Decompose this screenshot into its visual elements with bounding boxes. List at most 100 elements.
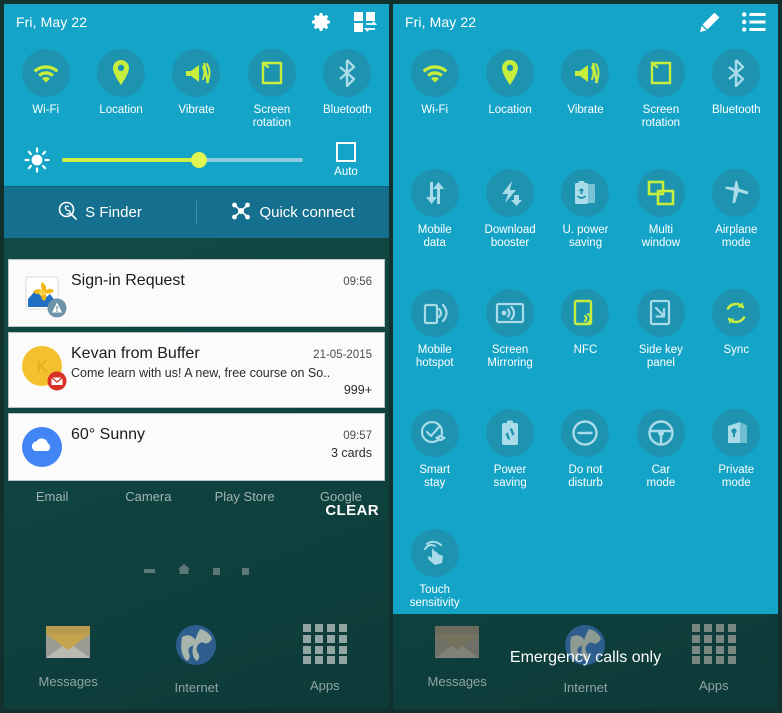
finder-bar: S Finder Quick connect	[4, 186, 389, 238]
apps-grid-icon	[302, 623, 348, 670]
quick-connect-button[interactable]: Quick connect	[197, 187, 389, 238]
toggle-multi-window[interactable]: Multi window	[623, 164, 698, 280]
left-status-bar: Fri, May 22	[4, 4, 389, 40]
list-view-icon[interactable]	[742, 12, 766, 32]
quick-connect-label: Quick connect	[259, 204, 355, 221]
toggle-mobile-hotspot[interactable]: Mobile hotspot	[397, 284, 472, 400]
toggle-bluetooth[interactable]: Bluetooth	[310, 44, 385, 132]
toggle-location[interactable]: Location	[472, 44, 547, 160]
messages-envelope-icon	[45, 623, 91, 666]
toggle-car-mode[interactable]: Car mode	[623, 404, 698, 520]
brightness-slider[interactable]	[62, 149, 303, 171]
right-toggle-grid-row-4: Smart stay Power saving Do not disturb C…	[393, 400, 778, 520]
warning-badge	[47, 298, 67, 318]
notification-signin-request[interactable]: Sign-in Request 09:56	[8, 259, 385, 327]
auto-brightness-toggle[interactable]: Auto	[317, 142, 375, 178]
edit-pencil-icon[interactable]	[698, 10, 722, 34]
toggle-label-bluetooth: Bluetooth	[322, 104, 372, 116]
notification-kevan-from-buffer[interactable]: K Kevan from Buffer 21-05-2015 Come lear…	[8, 332, 385, 408]
settings-gear-icon[interactable]	[309, 10, 333, 34]
toggle-nfc[interactable]: NFC	[548, 284, 623, 400]
mobile-hotspot-icon	[410, 289, 459, 337]
sync-icon	[712, 289, 761, 337]
location-pin-icon	[97, 49, 146, 97]
right-status-bar: Fri, May 22	[393, 4, 778, 40]
multi-window-icon	[636, 169, 685, 217]
toggle-mobile-data[interactable]: Mobile data	[397, 164, 472, 280]
do-not-disturb-icon	[561, 409, 610, 457]
slider-knob[interactable]	[191, 152, 208, 168]
right-phone-panel: Messages Internet Apps Fri, May 22 Wi-Fi…	[391, 0, 782, 713]
dock-item-messages[interactable]: Messages	[4, 623, 132, 695]
toggle-screen-rotation[interactable]: Screen rotation	[623, 44, 698, 160]
s-finder-button[interactable]: S Finder	[4, 187, 196, 238]
left-phone-panel: Email Camera Play Store Google Messages …	[0, 0, 391, 713]
private-mode-icon	[712, 409, 761, 457]
bluetooth-icon	[323, 49, 372, 97]
download-booster-icon	[486, 169, 535, 217]
home-dock: Messages Internet Apps	[4, 623, 389, 695]
toggle-vibrate[interactable]: Vibrate	[548, 44, 623, 160]
page-dot-home-icon[interactable]	[177, 562, 191, 580]
toggle-screen-mirroring[interactable]: Screen Mirroring	[472, 284, 547, 400]
quick-settings-grid-icon[interactable]	[353, 11, 377, 33]
notification-count: 999+	[343, 383, 372, 397]
toggle-ultra-power-saving[interactable]: U. power saving	[548, 164, 623, 280]
toggle-label-screen-rotation: Screen rotation	[641, 104, 681, 129]
left-quick-settings-sheet: Fri, May 22 Wi-Fi Location Vibrate Scree…	[4, 4, 389, 238]
toggle-label-airplane-mode: Airplane mode	[715, 224, 758, 249]
toggle-airplane-mode[interactable]: Airplane mode	[699, 164, 774, 280]
toggle-side-key-panel[interactable]: Side key panel	[623, 284, 698, 400]
page-dot-2[interactable]	[213, 567, 220, 575]
app-label-play-store: Play Store	[214, 489, 275, 504]
toggle-smart-stay[interactable]: Smart stay	[397, 404, 472, 520]
page-dot-3[interactable]	[242, 567, 249, 575]
toggle-screen-rotation[interactable]: Screen rotation	[234, 44, 309, 132]
clear-notifications-button[interactable]: CLEAR	[325, 502, 379, 519]
toggle-touch-sensitivity[interactable]: Touch sensitivity	[397, 524, 472, 612]
toggle-label-multi-window: Multi window	[641, 224, 681, 249]
status-date: Fri, May 22	[16, 14, 88, 30]
toggle-label-car-mode: Car mode	[646, 464, 676, 489]
location-pin-icon	[486, 49, 535, 97]
toggle-label-screen-rotation: Screen rotation	[252, 104, 292, 129]
home-page-indicator	[4, 562, 389, 580]
toggle-label-download-booster: Download booster	[484, 224, 536, 249]
dock-label-internet: Internet	[174, 680, 219, 695]
notification-count: 3 cards	[331, 446, 372, 460]
toggle-wifi[interactable]: Wi-Fi	[8, 44, 83, 132]
toggle-label-touch-sensitivity: Touch sensitivity	[409, 584, 460, 609]
power-saving-icon	[486, 409, 535, 457]
toggle-location[interactable]: Location	[83, 44, 158, 132]
left-toggle-grid: Wi-Fi Location Vibrate Screen rotation B…	[4, 40, 389, 132]
toggle-label-mobile-data: Mobile data	[417, 224, 452, 249]
toggle-wifi[interactable]: Wi-Fi	[397, 44, 472, 160]
auto-brightness-checkbox[interactable]	[336, 142, 356, 162]
notification-weather[interactable]: 60° Sunny 09:57 3 cards	[8, 413, 385, 481]
screen-rotation-icon	[636, 49, 685, 97]
toggle-label-sync: Sync	[723, 344, 750, 356]
notification-body: Come learn with us! A new, free course o…	[71, 366, 331, 380]
dock-item-apps[interactable]: Apps	[261, 623, 389, 695]
toggle-bluetooth[interactable]: Bluetooth	[699, 44, 774, 160]
toggle-power-saving[interactable]: Power saving	[472, 404, 547, 520]
emergency-calls-text: Emergency calls only	[509, 649, 662, 666]
toggle-private-mode[interactable]: Private mode	[699, 404, 774, 520]
smart-stay-icon	[410, 409, 459, 457]
toggle-download-booster[interactable]: Download booster	[472, 164, 547, 280]
wifi-icon	[21, 49, 70, 97]
screen-mirroring-icon	[486, 289, 535, 337]
toggle-label-location: Location	[488, 104, 532, 116]
dock-label-messages: Messages	[427, 674, 487, 689]
vibrate-icon	[172, 49, 221, 97]
toggle-sync[interactable]: Sync	[699, 284, 774, 400]
notification-list: Sign-in Request 09:56 K Kevan from Buffe…	[4, 259, 389, 486]
toggle-do-not-disturb[interactable]: Do not disturb	[548, 404, 623, 520]
dock-item-internet[interactable]: Internet	[132, 623, 260, 695]
internet-globe-icon	[174, 623, 218, 672]
page-dot-list[interactable]	[144, 569, 155, 573]
toggle-vibrate[interactable]: Vibrate	[159, 44, 234, 132]
toggle-label-wifi: Wi-Fi	[32, 104, 60, 116]
right-toggle-grid-row-3: Mobile hotspot Screen Mirroring NFC Side…	[393, 280, 778, 400]
toggle-label-location: Location	[99, 104, 143, 116]
